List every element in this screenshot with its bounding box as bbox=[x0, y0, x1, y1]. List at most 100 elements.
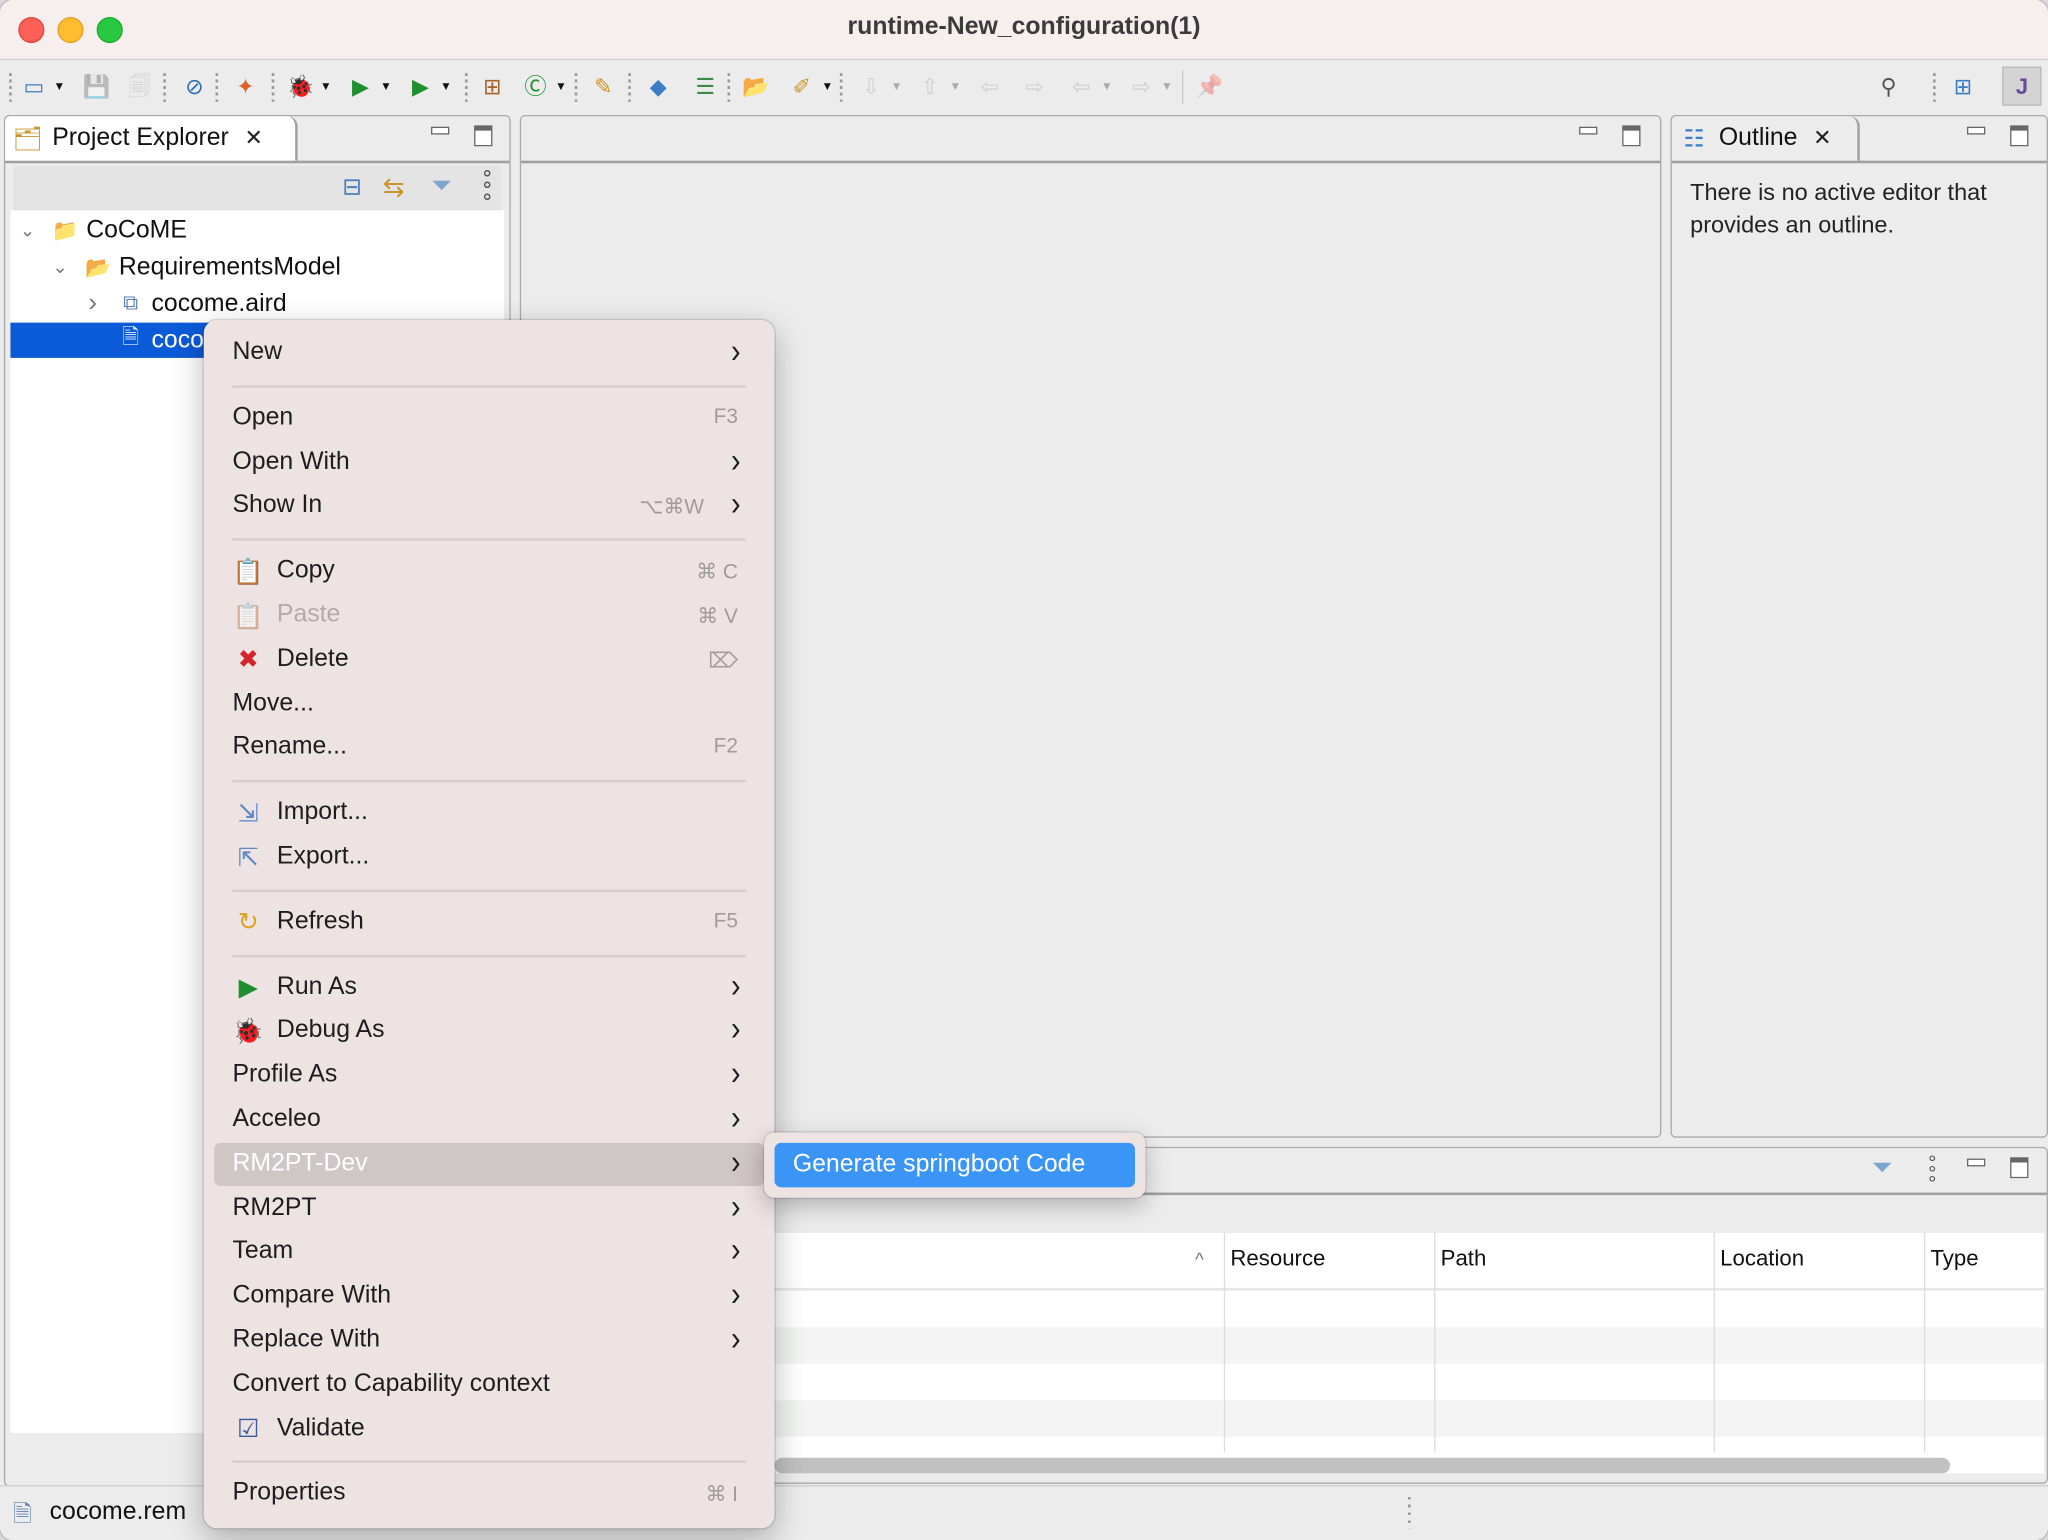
maximize-view-button[interactable] bbox=[474, 125, 493, 147]
annotation-pen-icon[interactable]: ✐ bbox=[786, 71, 817, 102]
dropdown-arrow-icon[interactable]: ▼ bbox=[822, 80, 834, 93]
menu-item-properties[interactable]: Properties ⌘ I bbox=[214, 1473, 764, 1516]
menu-item-label: Acceleo bbox=[232, 1105, 321, 1133]
dropdown-arrow-icon[interactable]: ▼ bbox=[320, 80, 332, 93]
tab-project-explorer[interactable]: 🗂 Project Explorer ✕ bbox=[5, 116, 298, 161]
generate-springboot-code-menu-item[interactable]: Generate springboot Code bbox=[774, 1142, 1136, 1188]
last-edit-icon[interactable]: ⇦ bbox=[974, 71, 1005, 102]
menu-item-rm2pt[interactable]: RM2PT › bbox=[214, 1186, 764, 1230]
maximize-view-button[interactable] bbox=[2010, 1157, 2029, 1179]
menu-item-run-as[interactable]: ▶ Run As › bbox=[214, 965, 764, 1009]
menu-item-show-in[interactable]: Show In ⌥⌘W › bbox=[214, 484, 764, 528]
column-divider[interactable] bbox=[1223, 1233, 1226, 1453]
table-row[interactable] bbox=[774, 1363, 2045, 1401]
open-type-icon[interactable]: ◆ bbox=[643, 71, 674, 102]
open-perspective-icon[interactable]: ⊞ bbox=[1947, 71, 1978, 102]
dropdown-arrow-icon[interactable]: ▼ bbox=[1101, 80, 1113, 93]
tab-outline[interactable]: ☷ Outline ✕ bbox=[1671, 116, 1860, 161]
table-row[interactable] bbox=[774, 1290, 2045, 1328]
menu-item-profile-as[interactable]: Profile As › bbox=[214, 1054, 764, 1097]
maximize-editor-button[interactable] bbox=[1622, 125, 1641, 147]
java-perspective-icon[interactable]: J bbox=[2002, 66, 2042, 106]
tree-item[interactable]: ⌄ 📁 CoCoME bbox=[10, 213, 504, 248]
menu-item-open-with[interactable]: Open With › bbox=[214, 440, 764, 484]
column-header-type[interactable]: Type bbox=[1930, 1246, 1978, 1272]
menu-item-acceleo[interactable]: Acceleo › bbox=[214, 1098, 764, 1142]
tree-item[interactable]: › ⧉ cocome.aird bbox=[10, 286, 504, 321]
menu-item-open[interactable]: Open F3 bbox=[214, 397, 764, 440]
menu-item-move[interactable]: Move... bbox=[214, 683, 764, 726]
new-class-icon[interactable]: Ⓒ bbox=[520, 71, 551, 102]
previous-annotation-icon[interactable]: ⇧ bbox=[914, 71, 945, 102]
filter-icon[interactable]: ⏷ bbox=[1872, 1153, 1893, 1183]
dropdown-arrow-icon[interactable]: ▼ bbox=[891, 80, 903, 93]
dropdown-arrow-icon[interactable]: ▼ bbox=[380, 80, 392, 93]
filter-icon[interactable]: ⏷ bbox=[431, 171, 452, 201]
menu-item-compare-with[interactable]: Compare With › bbox=[214, 1274, 764, 1318]
debug-icon[interactable]: 🐞 bbox=[285, 71, 316, 102]
column-divider[interactable] bbox=[1713, 1233, 1715, 1453]
minimize-view-button[interactable] bbox=[1967, 1158, 1986, 1167]
minimize-view-button[interactable] bbox=[1967, 126, 1986, 135]
forward-icon[interactable]: ⇨ bbox=[1126, 71, 1157, 102]
column-header-resource[interactable]: Resource bbox=[1230, 1246, 1325, 1272]
menu-item-delete[interactable]: ✖ Delete ⌦ bbox=[214, 638, 764, 681]
column-header-path[interactable]: Path bbox=[1441, 1246, 1487, 1272]
menu-item-refresh[interactable]: ↻ Refresh F5 bbox=[214, 901, 764, 944]
menu-item-rename[interactable]: Rename... F2 bbox=[214, 727, 764, 770]
menu-item-export[interactable]: ⇱ Export... bbox=[214, 836, 764, 879]
minimize-editor-button[interactable] bbox=[1579, 126, 1598, 135]
status-bar-grip[interactable] bbox=[1407, 1496, 1411, 1529]
new-wizard-icon[interactable]: ▭ bbox=[18, 71, 49, 102]
tree-item[interactable]: ⌄ 📂 RequirementsModel bbox=[10, 249, 504, 284]
run-external-tools-icon[interactable]: ▶ bbox=[405, 71, 436, 102]
menu-item-debug-as[interactable]: 🐞 Debug As › bbox=[214, 1009, 764, 1053]
chevron-down-icon[interactable]: ⌄ bbox=[51, 256, 69, 278]
close-icon[interactable]: ✕ bbox=[1813, 125, 1832, 151]
open-outline-icon[interactable]: ☰ bbox=[690, 71, 721, 102]
collapse-all-icon[interactable]: ⊟ bbox=[342, 174, 362, 201]
dropdown-arrow-icon[interactable]: ▼ bbox=[1161, 80, 1173, 93]
view-menu-icon[interactable]: ∘ ∘ ∘ bbox=[1927, 1148, 1938, 1187]
menu-item-team[interactable]: Team › bbox=[214, 1230, 764, 1274]
pin-editor-icon[interactable]: 📌 bbox=[1194, 71, 1225, 102]
dropdown-arrow-icon[interactable]: ▼ bbox=[54, 80, 66, 93]
menu-item-validate[interactable]: ☑ Validate bbox=[214, 1408, 764, 1451]
chevron-down-icon[interactable]: ⌄ bbox=[18, 219, 36, 241]
menu-item-rm2pt-dev[interactable]: RM2PT-Dev › bbox=[214, 1142, 765, 1186]
menu-item-replace-with[interactable]: Replace With › bbox=[214, 1318, 764, 1362]
skip-breakpoints-icon[interactable]: ⊘ bbox=[179, 71, 210, 102]
open-task-icon[interactable]: ✎ bbox=[588, 71, 619, 102]
maximize-view-button[interactable] bbox=[2010, 125, 2029, 147]
search-icon[interactable]: ⚲ bbox=[1873, 71, 1904, 102]
sort-ascending-icon[interactable]: ^ bbox=[1195, 1249, 1204, 1270]
column-divider[interactable] bbox=[1923, 1233, 1926, 1453]
next-annotation-icon[interactable]: ⇩ bbox=[856, 71, 887, 102]
menu-item-convert-to-capability-context[interactable]: Convert to Capability context bbox=[214, 1363, 764, 1406]
column-divider[interactable] bbox=[1434, 1233, 1436, 1453]
back-icon[interactable]: ⇦ bbox=[1066, 71, 1097, 102]
menu-item-new[interactable]: New › bbox=[214, 331, 764, 375]
run-icon[interactable]: ▶ bbox=[345, 71, 376, 102]
menu-item-copy[interactable]: 📋 Copy ⌘ C bbox=[214, 550, 764, 593]
next-edit-icon[interactable]: ⇨ bbox=[1019, 71, 1050, 102]
new-package-icon[interactable]: ⊞ bbox=[477, 71, 508, 102]
horizontal-scrollbar[interactable] bbox=[774, 1457, 1951, 1474]
dropdown-arrow-icon[interactable]: ▼ bbox=[555, 80, 567, 93]
menu-item-import[interactable]: ⇲ Import... bbox=[214, 792, 764, 835]
close-icon[interactable]: ✕ bbox=[244, 125, 263, 151]
paste-icon: 📋 bbox=[232, 603, 264, 631]
table-row[interactable] bbox=[774, 1327, 2045, 1364]
open-folder-icon[interactable]: 📂 bbox=[741, 71, 772, 102]
save-icon[interactable]: 💾 bbox=[81, 71, 112, 102]
new-model-icon[interactable]: ✦ bbox=[230, 71, 261, 102]
column-header-location[interactable]: Location bbox=[1720, 1246, 1804, 1272]
link-with-editor-icon[interactable]: ⇆ bbox=[383, 171, 405, 204]
save-all-icon[interactable]: 🗐 bbox=[124, 71, 155, 102]
dropdown-arrow-icon[interactable]: ▼ bbox=[440, 80, 452, 93]
chevron-right-icon[interactable]: › bbox=[84, 289, 102, 319]
table-row[interactable] bbox=[774, 1400, 2045, 1437]
minimize-view-button[interactable] bbox=[431, 126, 450, 135]
view-menu-icon[interactable]: ∘ ∘ ∘ bbox=[481, 164, 494, 208]
dropdown-arrow-icon[interactable]: ▼ bbox=[950, 80, 962, 93]
